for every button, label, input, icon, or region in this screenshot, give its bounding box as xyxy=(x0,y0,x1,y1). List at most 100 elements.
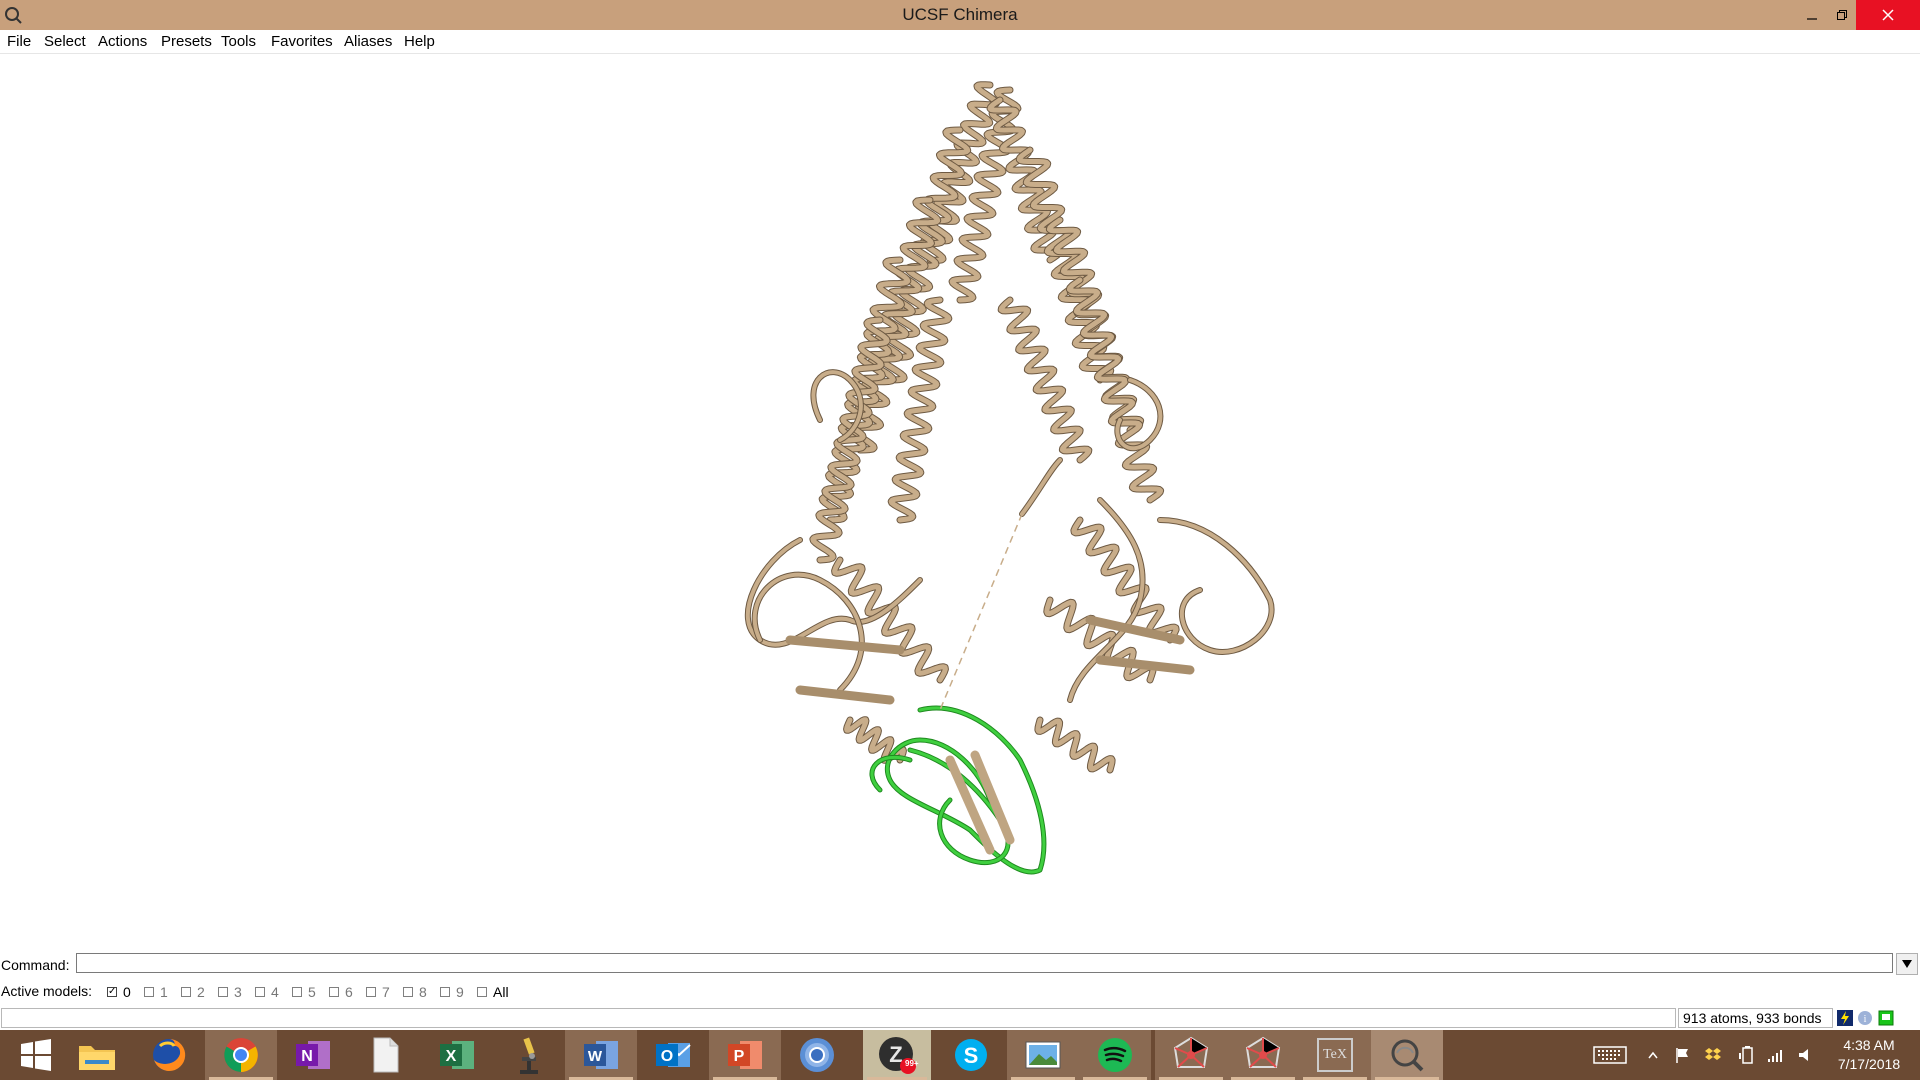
menu-file[interactable]: File xyxy=(7,33,31,51)
taskbar-chromium[interactable] xyxy=(781,1030,853,1080)
taskbar-microscope[interactable] xyxy=(493,1030,565,1080)
protein-ribbon xyxy=(744,81,1275,774)
restore-button[interactable] xyxy=(1824,0,1860,30)
model-8-checkbox[interactable]: 8 xyxy=(403,984,427,1000)
model-4-checkbox[interactable]: 4 xyxy=(255,984,279,1000)
zotero-badge: 99+ xyxy=(905,1059,919,1068)
beta-strand xyxy=(795,685,895,705)
speaker-icon xyxy=(1799,1049,1808,1061)
selected-domain-ribbon xyxy=(869,705,1047,875)
model-label: 2 xyxy=(197,984,205,1000)
minimize-icon xyxy=(1807,18,1817,20)
taskbar-chimera[interactable] xyxy=(1371,1030,1443,1080)
taskbar-excel[interactable]: X xyxy=(421,1030,493,1080)
menu-select[interactable]: Select xyxy=(44,33,86,51)
taskbar-molecule-app-1[interactable] xyxy=(1155,1030,1227,1080)
show-hidden-icons-button[interactable] xyxy=(1642,1030,1664,1080)
menu-tools[interactable]: Tools xyxy=(221,33,256,51)
taskbar-outlook[interactable]: O xyxy=(637,1030,709,1080)
taskbar-skype[interactable]: S xyxy=(935,1030,1007,1080)
checkbox-box[interactable] xyxy=(440,987,450,997)
touch-keyboard-button[interactable] xyxy=(1590,1030,1630,1080)
checkbox-box[interactable] xyxy=(144,987,154,997)
texmaker-icon-text: TeX xyxy=(1323,1047,1347,1062)
command-input[interactable] xyxy=(76,953,1893,973)
flag-icon xyxy=(1676,1048,1688,1063)
action-center-flag[interactable] xyxy=(1672,1030,1694,1080)
checkbox-box[interactable] xyxy=(218,987,228,997)
taskbar-word[interactable]: W xyxy=(565,1030,637,1080)
window-title: UCSF Chimera xyxy=(902,5,1018,24)
checkbox-box[interactable] xyxy=(477,987,487,997)
graphics-viewport[interactable] xyxy=(0,54,1920,950)
model-label: 7 xyxy=(382,984,390,1000)
command-line: Command: xyxy=(0,952,1920,976)
taskbar-zotero[interactable]: Z 99+ xyxy=(863,1030,931,1080)
checkbox-box[interactable] xyxy=(255,987,265,997)
zotero-icon: Z xyxy=(879,1037,916,1074)
checkbox-box[interactable] xyxy=(181,987,191,997)
chimera-icon xyxy=(1391,1039,1424,1072)
taskbar-molecule-app-2[interactable] xyxy=(1227,1030,1299,1080)
helix xyxy=(1035,717,1115,773)
status-green-icon[interactable] xyxy=(1878,1010,1894,1026)
taskbar-firefox[interactable] xyxy=(133,1030,205,1080)
taskbar-spotify[interactable] xyxy=(1079,1030,1151,1080)
taskbar-texmaker[interactable]: TeX xyxy=(1299,1030,1371,1080)
info-icon[interactable]: i xyxy=(1857,1010,1873,1026)
battery-tray[interactable] xyxy=(1736,1030,1758,1080)
spotify-icon xyxy=(1098,1038,1132,1072)
model-label: 6 xyxy=(345,984,353,1000)
menu-help[interactable]: Help xyxy=(404,33,435,51)
model-label: 4 xyxy=(271,984,279,1000)
model-all-checkbox[interactable]: All xyxy=(477,984,509,1000)
taskbar-clock[interactable]: 4:38 AM 7/17/2018 xyxy=(1826,1036,1912,1074)
powerpoint-icon: P xyxy=(728,1041,762,1069)
menu-actions[interactable]: Actions xyxy=(98,33,147,51)
taskbar-file-explorer[interactable] xyxy=(61,1030,133,1080)
model-9-checkbox[interactable]: 9 xyxy=(440,984,464,1000)
taskbar-onenote[interactable]: N xyxy=(277,1030,349,1080)
model-label: All xyxy=(493,984,509,1000)
chromium-icon xyxy=(800,1038,834,1072)
model-1-checkbox[interactable]: 1 xyxy=(144,984,168,1000)
model-label: 5 xyxy=(308,984,316,1000)
close-button[interactable] xyxy=(1856,0,1920,30)
menu-presets[interactable]: Presets xyxy=(161,33,212,51)
model-6-checkbox[interactable]: 6 xyxy=(329,984,353,1000)
active-models-bar: Active models: ✓ 0 1 2 3 4 5 6 7 8 9 All xyxy=(0,980,1920,1002)
model-0-checkbox[interactable]: ✓ 0 xyxy=(107,984,131,1000)
taskbar-chrome[interactable] xyxy=(205,1030,277,1080)
model-7-checkbox[interactable]: 7 xyxy=(366,984,390,1000)
checkbox-box[interactable] xyxy=(403,987,413,997)
model-3-checkbox[interactable]: 3 xyxy=(218,984,242,1000)
signal-bars-icon xyxy=(1768,1050,1782,1062)
checkbox-box[interactable] xyxy=(292,987,302,997)
taskbar-powerpoint[interactable]: P xyxy=(709,1030,781,1080)
taskbar-notepad[interactable] xyxy=(349,1030,421,1080)
menu-aliases[interactable]: Aliases xyxy=(344,33,392,51)
checkbox-box[interactable] xyxy=(366,987,376,997)
checkbox-box[interactable] xyxy=(329,987,339,997)
lightning-icon[interactable] xyxy=(1837,1010,1853,1026)
beta-strand xyxy=(785,635,905,655)
microscope-icon xyxy=(520,1037,538,1074)
svg-text:i: i xyxy=(1864,1014,1867,1025)
firefox-icon xyxy=(153,1038,186,1071)
atom-bond-counts: 913 atoms, 933 bonds xyxy=(1678,1008,1833,1028)
model-5-checkbox[interactable]: 5 xyxy=(292,984,316,1000)
svg-text:W: W xyxy=(588,1048,603,1065)
model-2-checkbox[interactable]: 2 xyxy=(181,984,205,1000)
photos-icon xyxy=(1025,1041,1061,1069)
windows-taskbar: N X W O P Z 99+ S TeX 4:38 AM 7/17/2018 xyxy=(0,1030,1920,1080)
dropbox-tray[interactable] xyxy=(1702,1030,1724,1080)
command-history-dropdown[interactable] xyxy=(1896,953,1918,975)
volume-tray[interactable] xyxy=(1794,1030,1816,1080)
chevron-up-icon xyxy=(1648,1051,1658,1059)
network-tray[interactable] xyxy=(1764,1030,1786,1080)
menu-favorites[interactable]: Favorites xyxy=(271,33,333,51)
model-label: 3 xyxy=(234,984,242,1000)
taskbar-photos[interactable] xyxy=(1007,1030,1079,1080)
folder-icon xyxy=(79,1046,115,1070)
checkbox-box[interactable]: ✓ xyxy=(107,987,117,997)
